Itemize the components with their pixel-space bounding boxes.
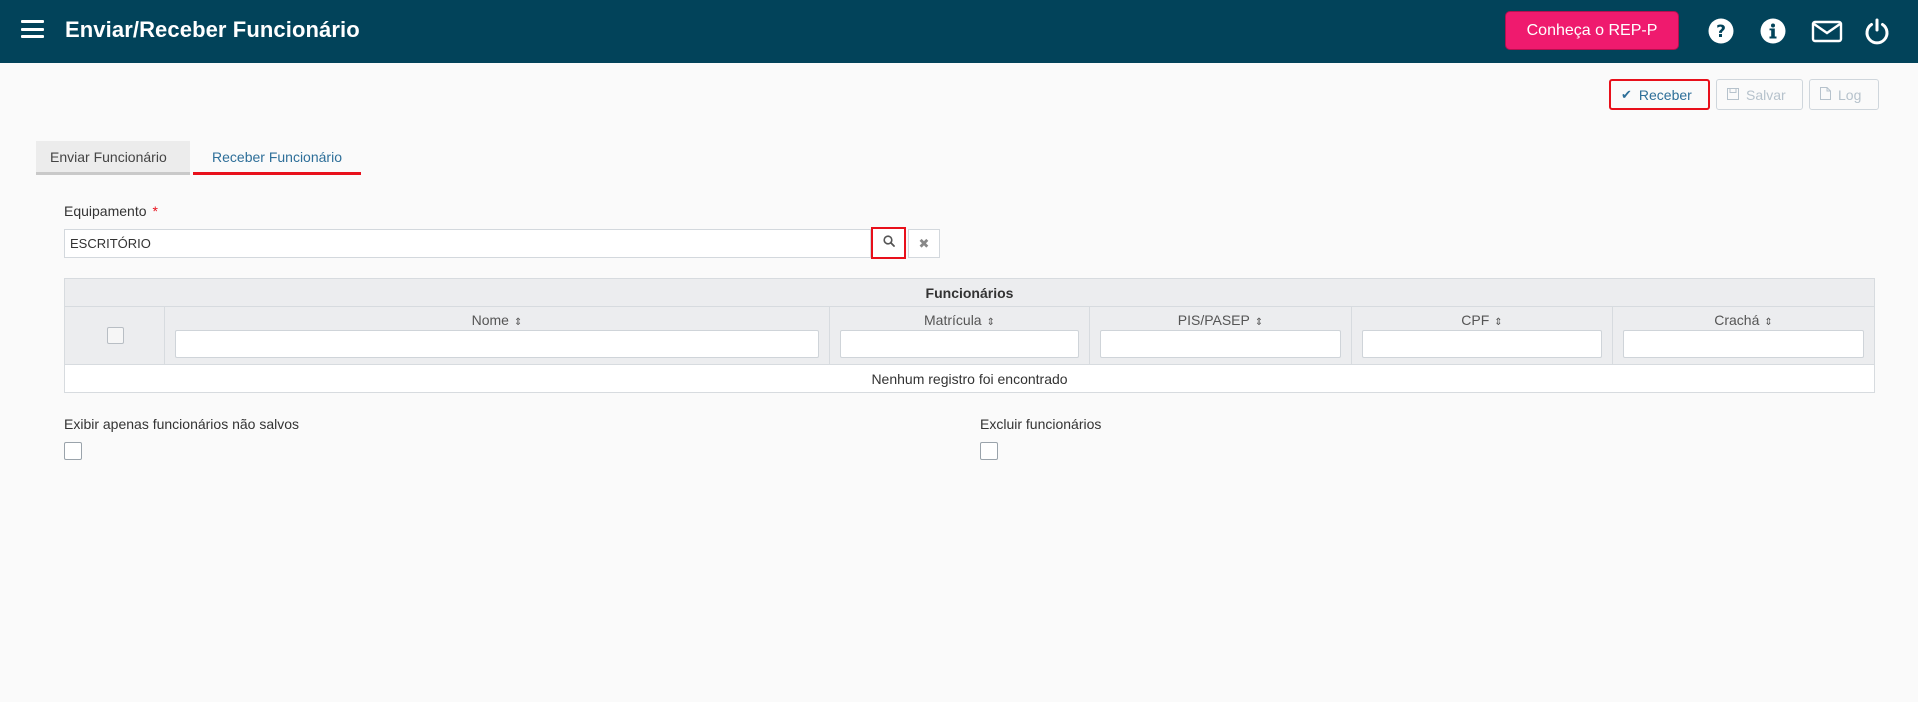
only-unsaved-checkbox[interactable] [64, 442, 82, 460]
salvar-label: Salvar [1746, 86, 1786, 103]
column-pis-pasep: PIS/PASEP ⇕ [1089, 307, 1351, 364]
column-label: PIS/PASEP [1177, 312, 1250, 328]
table-caption: Funcionários [65, 279, 1874, 307]
filter-cracha-input[interactable] [1623, 330, 1864, 358]
page-title: Enviar/Receber Funcionário [65, 17, 360, 42]
sort-icon: ⇕ [513, 317, 523, 328]
search-icon [882, 234, 895, 252]
sort-icon: ⇕ [1494, 317, 1503, 328]
mail-icon[interactable] [1811, 17, 1843, 45]
sort-icon: ⇕ [1764, 317, 1773, 328]
tab-enviar-funcionario[interactable]: Enviar Funcionário [36, 141, 190, 175]
equipamento-label-text: Equipamento [64, 203, 147, 219]
equipamento-field[interactable]: ESCRITÓRIO [64, 229, 871, 258]
file-icon [1820, 86, 1831, 103]
required-mark: * [152, 203, 158, 219]
equipamento-search-button[interactable] [871, 227, 906, 259]
filter-pis-pasep-input[interactable] [1100, 330, 1341, 358]
column-header-matricula[interactable]: Matrícula ⇕ [830, 312, 1089, 328]
save-icon [1727, 87, 1739, 103]
column-header-cpf[interactable]: CPF ⇕ [1352, 312, 1612, 328]
filter-cpf-input[interactable] [1362, 330, 1602, 358]
column-label: Matrícula [924, 312, 982, 328]
sort-icon: ⇕ [986, 317, 995, 328]
sort-icon: ⇕ [1254, 317, 1264, 328]
svg-text:?: ? [1716, 22, 1726, 42]
column-header-cracha[interactable]: Crachá ⇕ [1613, 312, 1874, 328]
receber-button[interactable]: ✔ Receber [1609, 79, 1710, 110]
funcionarios-table: Funcionários Nome ⇕ Matrícula ⇕ PIS/PASEP ⇕… [64, 278, 1875, 393]
column-header-nome[interactable]: Nome ⇕ [165, 312, 829, 328]
equipamento-clear-button[interactable]: ✖ [908, 229, 940, 258]
log-button[interactable]: Log [1809, 79, 1879, 110]
column-matricula: Matrícula ⇕ [829, 307, 1089, 364]
log-label: Log [1838, 86, 1862, 103]
select-column [65, 307, 164, 364]
help-icon[interactable]: ? [1707, 17, 1735, 45]
column-label: Nome [471, 312, 509, 328]
info-icon[interactable] [1759, 17, 1787, 45]
empty-message: Nenhum registro foi encontrado [871, 370, 1068, 387]
column-label: CPF [1461, 312, 1490, 328]
column-label: Crachá [1714, 312, 1760, 328]
delete-employees-label: Excluir funcionários [980, 416, 1102, 432]
menu-icon[interactable] [21, 20, 44, 38]
power-icon[interactable] [1863, 17, 1891, 45]
column-header-pis-pasep[interactable]: PIS/PASEP ⇕ [1090, 312, 1351, 328]
column-nome: Nome ⇕ [164, 307, 829, 364]
equipamento-label: Equipamento * [64, 203, 158, 219]
select-all-checkbox[interactable] [107, 327, 124, 344]
column-cpf: CPF ⇕ [1351, 307, 1612, 364]
promo-rep-p-button[interactable]: Conheça o REP-P [1505, 11, 1679, 50]
check-icon: ✔ [1621, 86, 1632, 102]
close-icon: ✖ [918, 235, 930, 251]
top-bar: Enviar/Receber Funcionário Conheça o REP… [0, 0, 1918, 63]
column-cracha: Crachá ⇕ [1612, 307, 1874, 364]
table-header: Nome ⇕ Matrícula ⇕ PIS/PASEP ⇕ CPF ⇕ Crachá ⇕ [65, 307, 1874, 365]
tab-receber-funcionario[interactable]: Receber Funcionário [193, 141, 361, 175]
only-unsaved-label: Exibir apenas funcionários não salvos [64, 416, 300, 432]
filter-matricula-input[interactable] [840, 330, 1079, 358]
receber-label: Receber [1638, 86, 1692, 103]
salvar-button[interactable]: Salvar [1716, 79, 1803, 110]
delete-employees-checkbox[interactable] [980, 442, 998, 460]
filter-nome-input[interactable] [175, 330, 819, 358]
